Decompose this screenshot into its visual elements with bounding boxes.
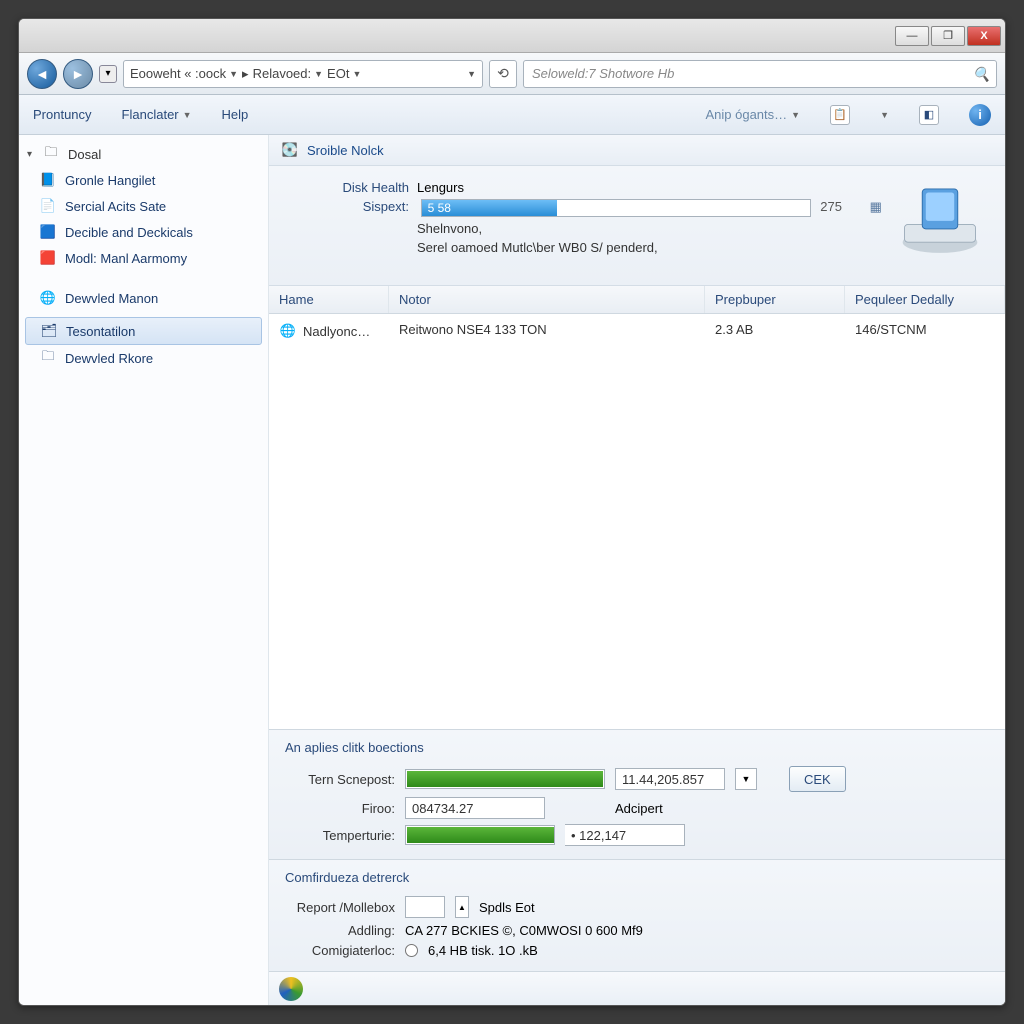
globe-icon: 🌐 <box>279 322 297 340</box>
p1r2-input[interactable]: 084734.27 <box>405 797 545 819</box>
usage-badge-icon: ▦ <box>870 199 882 214</box>
p2r1-stepper[interactable]: ▲ <box>455 896 469 918</box>
breadcrumb[interactable]: Eooweht « :oock▼ ▸ Relavoed:▼ EOt▼ ▼ <box>123 60 483 88</box>
p1r2-label: Firoo: <box>285 801 395 816</box>
p2r3-radio[interactable] <box>405 944 418 957</box>
clipboard-icon[interactable]: 📋 <box>830 105 850 125</box>
file-icon: 📄 <box>39 197 57 215</box>
p2r1-input[interactable] <box>405 896 445 918</box>
sidebar-item-3[interactable]: 🟥Modl: Manl Aarmomy <box>19 245 268 271</box>
p1r2-after: Adcipert <box>615 801 663 816</box>
menu-right-label[interactable]: Anip ógants… ▼ <box>705 107 800 122</box>
search-icon: 🔍 <box>973 66 990 83</box>
table-body: 🌐Nadlyonc… Reitwono NSE4 133 TON 2.3 AB … <box>269 314 1005 729</box>
col-ped[interactable]: Pequleer Dedally <box>845 286 1005 313</box>
p2r2-label: Addling: <box>285 923 395 938</box>
folder-icon: 🗀 <box>42 145 60 163</box>
folder-icon: 🗀 <box>39 349 57 367</box>
sidebar-item-2[interactable]: 🟦Decible and Deckicals <box>19 219 268 245</box>
col-notor[interactable]: Notor <box>389 286 705 313</box>
close-button[interactable]: X <box>967 26 1001 46</box>
p2r2-value: CA 277 BCKIES ©, C0MWOSI 0 600 Mf9 <box>405 923 643 938</box>
app-icon: 🟥 <box>39 249 57 267</box>
sidebar-item-0[interactable]: 📘Gronle Hangilet <box>19 167 268 193</box>
table-row[interactable]: 🌐Nadlyonc… Reitwono NSE4 133 TON 2.3 AB … <box>269 314 1005 348</box>
detail-pane: Disk HealthLengurs Sispext: 5 58 275 ▦ S… <box>269 166 1005 286</box>
p1r3-value: • 122,147 <box>565 824 685 846</box>
maximize-button[interactable]: ❐ <box>931 26 965 46</box>
drive-small-icon: 💽 <box>281 141 299 159</box>
explorer-window: — ❐ X ◄ ► ▾ Eooweht « :oock▼ ▸ Relavoed:… <box>18 18 1006 1006</box>
p2r3-value: 6,4 HB tisk. 1O .kB <box>428 943 538 958</box>
panel-actions: An aplies clitk boections Tern Scnepost:… <box>269 729 1005 859</box>
p1r1-value[interactable]: 11.44,205.857 <box>615 768 725 790</box>
minimize-button[interactable]: — <box>895 26 929 46</box>
nav-toolbar: ◄ ► ▾ Eooweht « :oock▼ ▸ Relavoed:▼ EOt▼… <box>19 53 1005 95</box>
main-pane: 💽 Sroible Nolck Disk Health Lengurs Sispe… <box>269 135 1005 1005</box>
drive-icon <box>895 180 985 260</box>
p1r1-bar <box>405 769 605 789</box>
sidebar-item-4[interactable]: 🗀Dewvled Rkore <box>19 345 268 371</box>
col-prep[interactable]: Prepbuper <box>705 286 845 313</box>
app-icon: 🟦 <box>39 223 57 241</box>
statusbar <box>269 971 1005 1005</box>
help-info-icon[interactable]: i <box>969 104 991 126</box>
p1r3-label: Temperturie: <box>285 828 395 843</box>
folder-icon: 🗂 <box>40 322 58 340</box>
sidebar-item-1[interactable]: 📄Sercial Acits Sate <box>19 193 268 219</box>
menu-flanclater[interactable]: Flanclater▼ <box>122 107 192 122</box>
menu-prontuncy[interactable]: Prontuncy <box>33 107 92 122</box>
history-dropdown[interactable]: ▾ <box>99 65 117 83</box>
usage-bar: 5 58 <box>421 199 811 217</box>
titlebar: — ❐ X <box>19 19 1005 53</box>
forward-button[interactable]: ► <box>63 59 93 89</box>
sidebar-root[interactable]: 🗀Dosal <box>19 141 268 167</box>
orb-icon <box>279 977 303 1001</box>
health-value: Lengurs <box>417 180 464 195</box>
menu-help[interactable]: Help <box>222 107 249 122</box>
p2r3-label: Comigiaterloc: <box>285 943 395 958</box>
search-placeholder: Seloweld:7 Shotwore Hb <box>532 66 674 81</box>
breadcrumb-seg-2[interactable]: EOt <box>327 66 349 81</box>
breadcrumb-seg-1[interactable]: Relavoed: <box>253 66 312 81</box>
p1r1-dropdown[interactable]: ▼ <box>735 768 757 790</box>
menubar: Prontuncy Flanclater▼ Help Anip ógants… … <box>19 95 1005 135</box>
p1r1-label: Tern Scnepost: <box>285 772 395 787</box>
table-header: Hame Notor Prepbuper Pequleer Dedally <box>269 286 1005 314</box>
panel2-title: Comfirdueza detrerck <box>285 868 989 891</box>
refresh-button[interactable]: ⟲ <box>489 60 517 88</box>
sidebar-item-sel[interactable]: 🗂Tesontatilon <box>25 317 262 345</box>
p1r3-bar <box>405 825 555 845</box>
back-button[interactable]: ◄ <box>27 59 57 89</box>
p2r1-after: Spdls Eot <box>479 900 535 915</box>
section-title: Sroible Nolck <box>307 143 384 158</box>
globe-icon: 🌐 <box>39 289 57 307</box>
section-header: 💽 Sroible Nolck <box>269 135 1005 166</box>
preview-pane-icon[interactable]: ◧ <box>919 105 939 125</box>
file-icon: 📘 <box>39 171 57 189</box>
spec-label: Sispext: <box>329 199 409 214</box>
breadcrumb-seg-0[interactable]: Eooweht « :oock <box>130 66 226 81</box>
body: 🗀Dosal 📘Gronle Hangilet 📄Sercial Acits S… <box>19 135 1005 1005</box>
search-input[interactable]: Seloweld:7 Shotwore Hb 🔍 <box>523 60 997 88</box>
panel1-title: An aplies clitk boections <box>285 738 989 761</box>
sidebar: 🗀Dosal 📘Gronle Hangilet 📄Sercial Acits S… <box>19 135 269 1005</box>
health-label: Disk Health <box>329 180 409 195</box>
sidebar-group2-header[interactable]: 🌐Dewvled Manon <box>19 285 268 311</box>
cek-button[interactable]: CEK <box>789 766 846 792</box>
panel-config: Comfirdueza detrerck Report /Mollebox ▲ … <box>269 859 1005 971</box>
p2r1-label: Report /Mollebox <box>285 900 395 915</box>
col-hame[interactable]: Hame <box>269 286 389 313</box>
usage-end: 275 <box>820 199 842 214</box>
